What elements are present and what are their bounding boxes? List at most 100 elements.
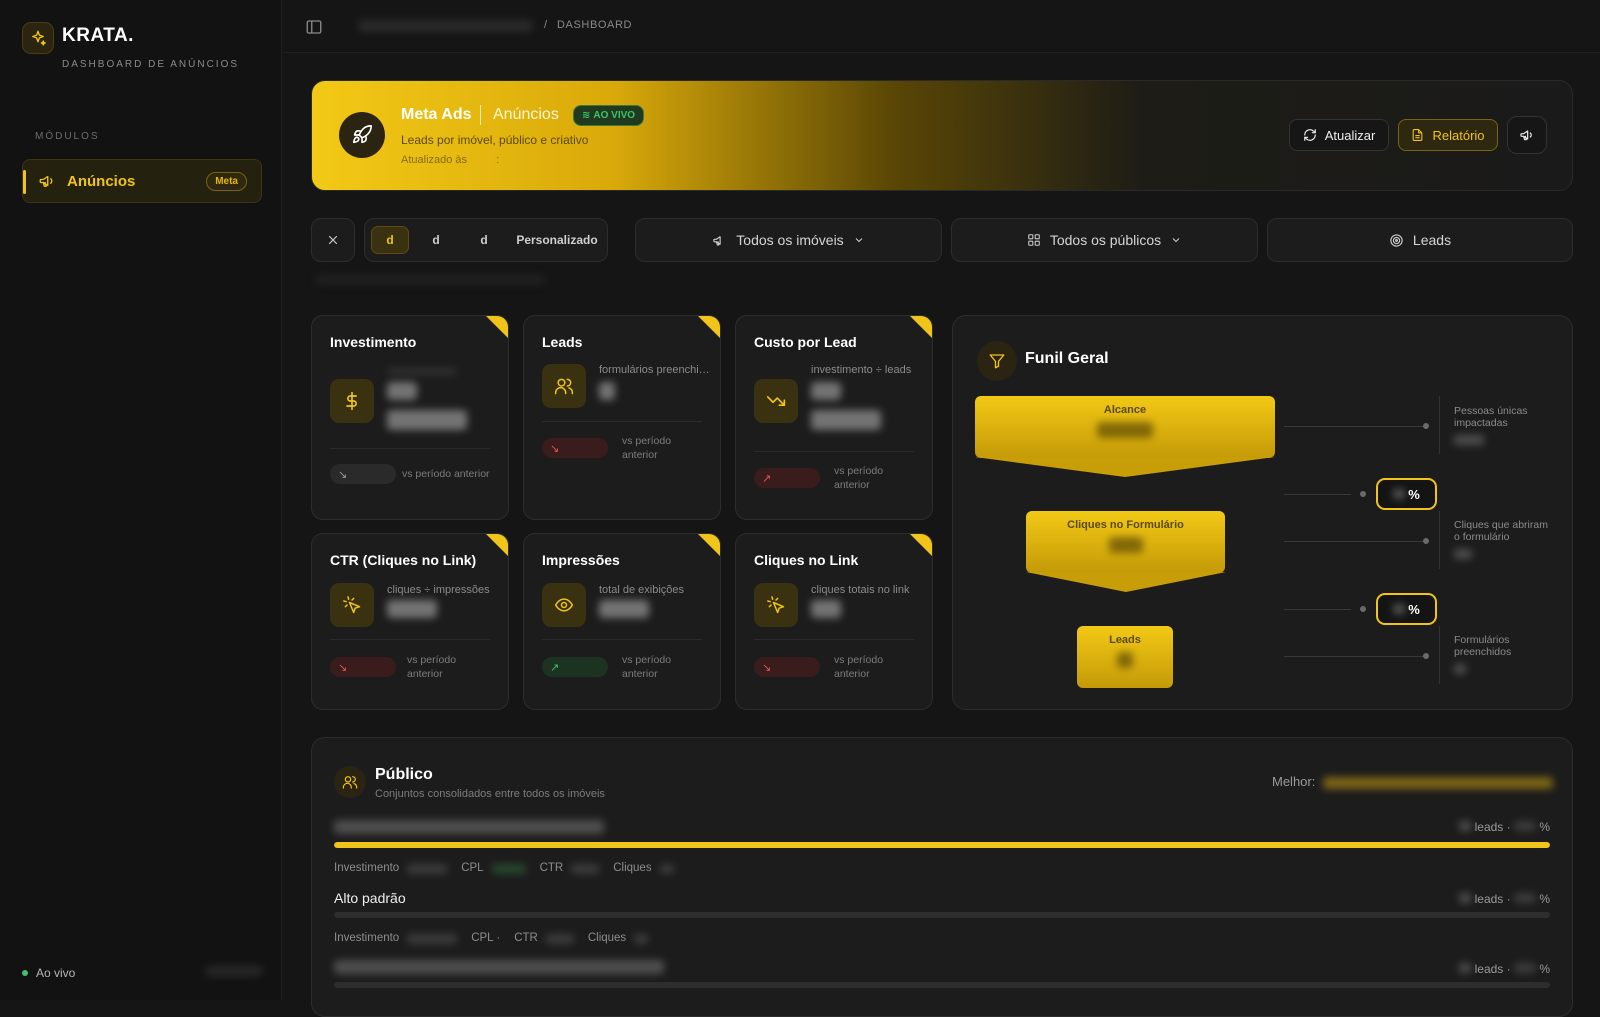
leads-count-placeholder (1459, 893, 1472, 903)
pct-label: % (1539, 820, 1550, 834)
kpi-title: Cliques no Link (754, 552, 859, 568)
audience-row[interactable]: leads · % (334, 958, 1550, 998)
audience-select[interactable]: Todos os públicos (951, 218, 1258, 262)
card-corner (486, 316, 508, 338)
metric-value-placeholder (634, 934, 649, 944)
audience-select-value: Todos os públicos (1049, 232, 1162, 248)
hero-title: Meta Ads (401, 106, 472, 123)
updated-at-sep: : (496, 154, 500, 166)
period-pill-custom[interactable]: Personalizado (511, 226, 603, 254)
best-audience: Melhor: (1272, 774, 1553, 789)
kpi-vs-label: vs período anterior (622, 435, 672, 461)
card-corner (698, 534, 720, 556)
period-pill-3[interactable]: d (465, 226, 503, 254)
audience-metrics: Investimento CPL · CTR Cliques (334, 932, 649, 944)
megaphone-icon (712, 233, 727, 248)
active-indicator (23, 170, 26, 194)
funnel-title: Funil Geral (1025, 350, 1109, 367)
metric-select[interactable]: Leads (1267, 218, 1573, 262)
kpi-divider (542, 639, 702, 640)
dollar-icon (330, 379, 374, 423)
trend-down-icon: ↘ (550, 442, 560, 455)
metric-value-placeholder (491, 864, 526, 874)
stage-label: Cliques no Formulário (1067, 519, 1184, 531)
funnel-dot (1423, 538, 1429, 544)
sidebar-toggle-icon[interactable] (305, 18, 323, 36)
card-corner (486, 534, 508, 556)
kpi-vs-label: vs período anterior (407, 654, 457, 680)
clear-filters-button[interactable] (311, 218, 355, 262)
audience-leads: leads · % (1459, 820, 1550, 834)
kpi-card-investimento: Investimento ↘ vs período anterior (311, 315, 509, 520)
breadcrumb-parent[interactable] (358, 20, 533, 32)
period-pill-2[interactable]: d (417, 226, 455, 254)
metric-ctr: CTR (539, 862, 564, 874)
grid-icon (1027, 233, 1041, 247)
property-select[interactable]: Todos os imóveis (635, 218, 942, 262)
audience-metrics: Investimento CPL CTR Cliques (334, 862, 674, 874)
meta-badge: Meta (206, 172, 247, 191)
metric-select-value: Leads (1412, 232, 1452, 248)
leads-label: leads · (1474, 820, 1511, 834)
kpi-card-leads: Leads formulários preenchidos ↘ vs perío… (523, 315, 721, 520)
trend-pill: ↗ (754, 468, 820, 488)
kpi-value-placeholder (811, 600, 841, 618)
best-value-placeholder (1322, 776, 1553, 789)
audience-row[interactable]: leads · % Investimento CPL CTR Cliques (334, 818, 1550, 882)
funnel-dot (1423, 653, 1429, 659)
trend-up-icon: ↗ (762, 472, 772, 485)
refresh-button[interactable]: Atualizar (1289, 119, 1389, 151)
kpi-subtitle: investimento ÷ leads (811, 364, 912, 376)
refresh-button-label: Atualizar (1324, 127, 1376, 143)
announcements-button[interactable] (1507, 116, 1547, 154)
card-corner (910, 316, 932, 338)
funnel-dot (1360, 606, 1366, 612)
funnel-connector (1284, 426, 1426, 427)
percent-symbol: % (1408, 601, 1420, 617)
chevron-down-icon (1170, 234, 1182, 246)
users-icon (334, 766, 366, 798)
trend-pill: ↘ (542, 438, 608, 458)
stage-side-label: Formulários preenchidos (1454, 634, 1512, 658)
kpi-divider (754, 639, 914, 640)
trending-down-icon (754, 379, 798, 423)
card-corner (910, 534, 932, 556)
funnel-panel: Funil Geral Alcance Cliques no Formulári… (952, 315, 1573, 710)
metric-value-placeholder (545, 934, 574, 944)
trend-pill: ↗ (542, 657, 608, 677)
live-badge-label: AO VIVO (593, 110, 636, 121)
card-corner (698, 316, 720, 338)
chevron-down-icon (853, 234, 865, 246)
version-placeholder (205, 966, 263, 976)
audience-row[interactable]: Alto padrão leads · % Investimento CPL ·… (334, 888, 1550, 952)
metric-cliques: Cliques (613, 862, 652, 874)
pct-label: % (1539, 892, 1550, 906)
report-button[interactable]: Relatório (1398, 119, 1498, 151)
kpi-divider (330, 448, 490, 449)
audience-name: Alto padrão (334, 890, 406, 906)
metric-cpl: CPL · (471, 932, 501, 944)
funnel-divider (1439, 511, 1440, 569)
kpi-value-placeholder (599, 382, 615, 400)
trend-neutral-icon: ↘ (338, 468, 348, 481)
kpi-divider (542, 421, 702, 422)
funnel-connector (1284, 656, 1426, 657)
kpi-vs-label: vs período anterior (402, 468, 490, 480)
live-badge: ≋ AO VIVO (573, 105, 645, 126)
funnel-arrow (975, 457, 1275, 477)
sidebar-item-anuncios[interactable]: Anúncios Meta (22, 159, 262, 203)
trend-up-icon: ↗ (550, 661, 560, 674)
kpi-value-placeholder (387, 382, 417, 400)
kpi-title: Impressões (542, 552, 620, 568)
kpi-value-placeholder (387, 600, 437, 618)
stage-side-value-placeholder (1454, 664, 1466, 674)
hero-section: Anúncios (493, 106, 559, 123)
funnel-connector (1284, 609, 1351, 610)
trend-pill: ↘ (330, 657, 396, 677)
pct-placeholder (1513, 893, 1536, 903)
megaphone-icon (1519, 127, 1535, 143)
period-pill-1[interactable]: d (371, 226, 409, 254)
kpi-divider (330, 639, 490, 640)
hero-divider (480, 105, 481, 125)
metric-cpl: CPL (461, 862, 484, 874)
